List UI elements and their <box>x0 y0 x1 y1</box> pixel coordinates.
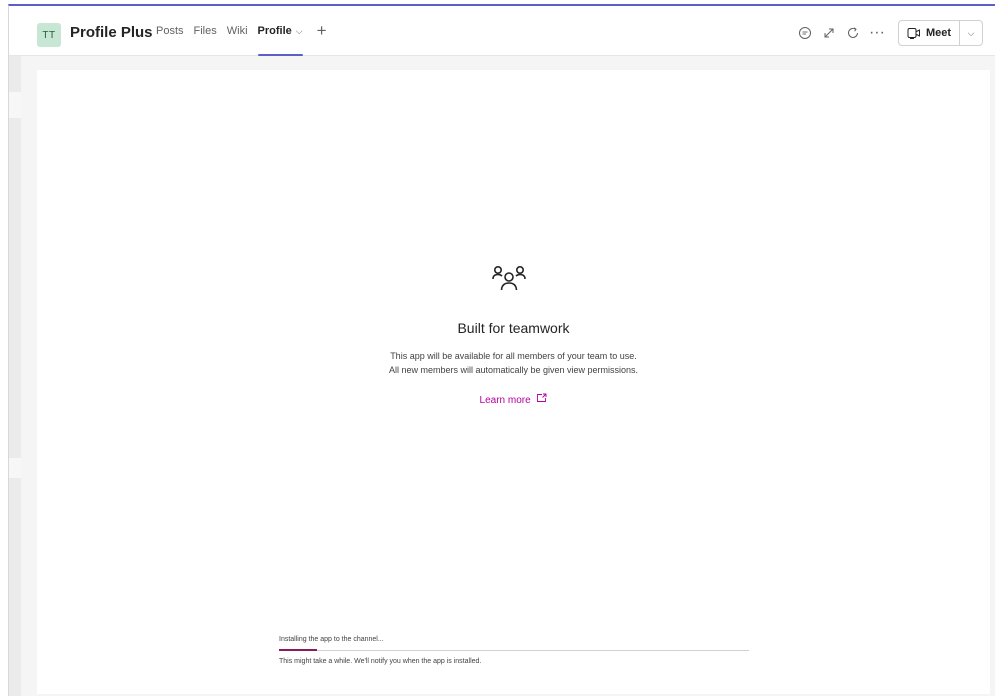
description-line: This app will be available for all membe… <box>390 351 637 361</box>
tab-files[interactable]: Files <box>194 6 217 56</box>
channel-header: TT Profile Plus Posts Files Wiki Profile… <box>9 6 995 56</box>
channel-tabs: Posts Files Wiki Profile ⌵ + <box>156 6 337 56</box>
install-progress-fill <box>279 649 317 651</box>
team-avatar[interactable]: TT <box>37 23 61 47</box>
learn-more-label[interactable]: Learn more <box>480 395 531 406</box>
tab-wiki[interactable]: Wiki <box>227 6 248 56</box>
install-progress-bar <box>279 649 749 651</box>
tab-posts[interactable]: Posts <box>156 6 184 56</box>
chevron-down-icon[interactable]: ⌵ <box>296 26 303 37</box>
learn-more-link[interactable]: Learn more <box>37 393 990 406</box>
people-group-icon <box>492 265 526 291</box>
header-actions: ··· Meet ⌵ <box>792 20 983 46</box>
more-icon[interactable]: ··· <box>866 22 888 44</box>
app-install-panel: Built for teamwork This app will be avai… <box>37 70 990 694</box>
meet-button-group: Meet ⌵ <box>897 20 983 46</box>
description-line: All new members will automatically be gi… <box>388 365 639 375</box>
install-status-text: Installing the app to the channel... <box>279 636 384 643</box>
meet-options-chevron-down-icon[interactable]: ⌵ <box>960 21 982 45</box>
rail-marker <box>9 458 21 478</box>
refresh-icon[interactable] <box>842 22 864 44</box>
tab-profile-label: Profile <box>257 25 292 37</box>
video-camera-icon <box>907 28 920 39</box>
tab-profile[interactable]: Profile ⌵ <box>257 6 303 56</box>
add-tab-button[interactable]: + <box>317 6 327 56</box>
install-note-text: This might take a while. We'll notify yo… <box>279 658 482 665</box>
expand-icon[interactable] <box>818 22 840 44</box>
team-name: Profile Plus <box>70 24 153 41</box>
open-external-icon[interactable] <box>536 393 547 403</box>
left-rail <box>9 56 21 696</box>
rail-marker <box>9 92 21 118</box>
app-window: TT Profile Plus Posts Files Wiki Profile… <box>8 4 995 696</box>
meet-label: Meet <box>925 27 951 39</box>
panel-title: Built for teamwork <box>457 320 570 336</box>
meet-button[interactable]: Meet <box>899 21 960 45</box>
panel-description: This app will be available for all membe… <box>37 349 990 377</box>
conversation-icon[interactable] <box>794 22 816 44</box>
